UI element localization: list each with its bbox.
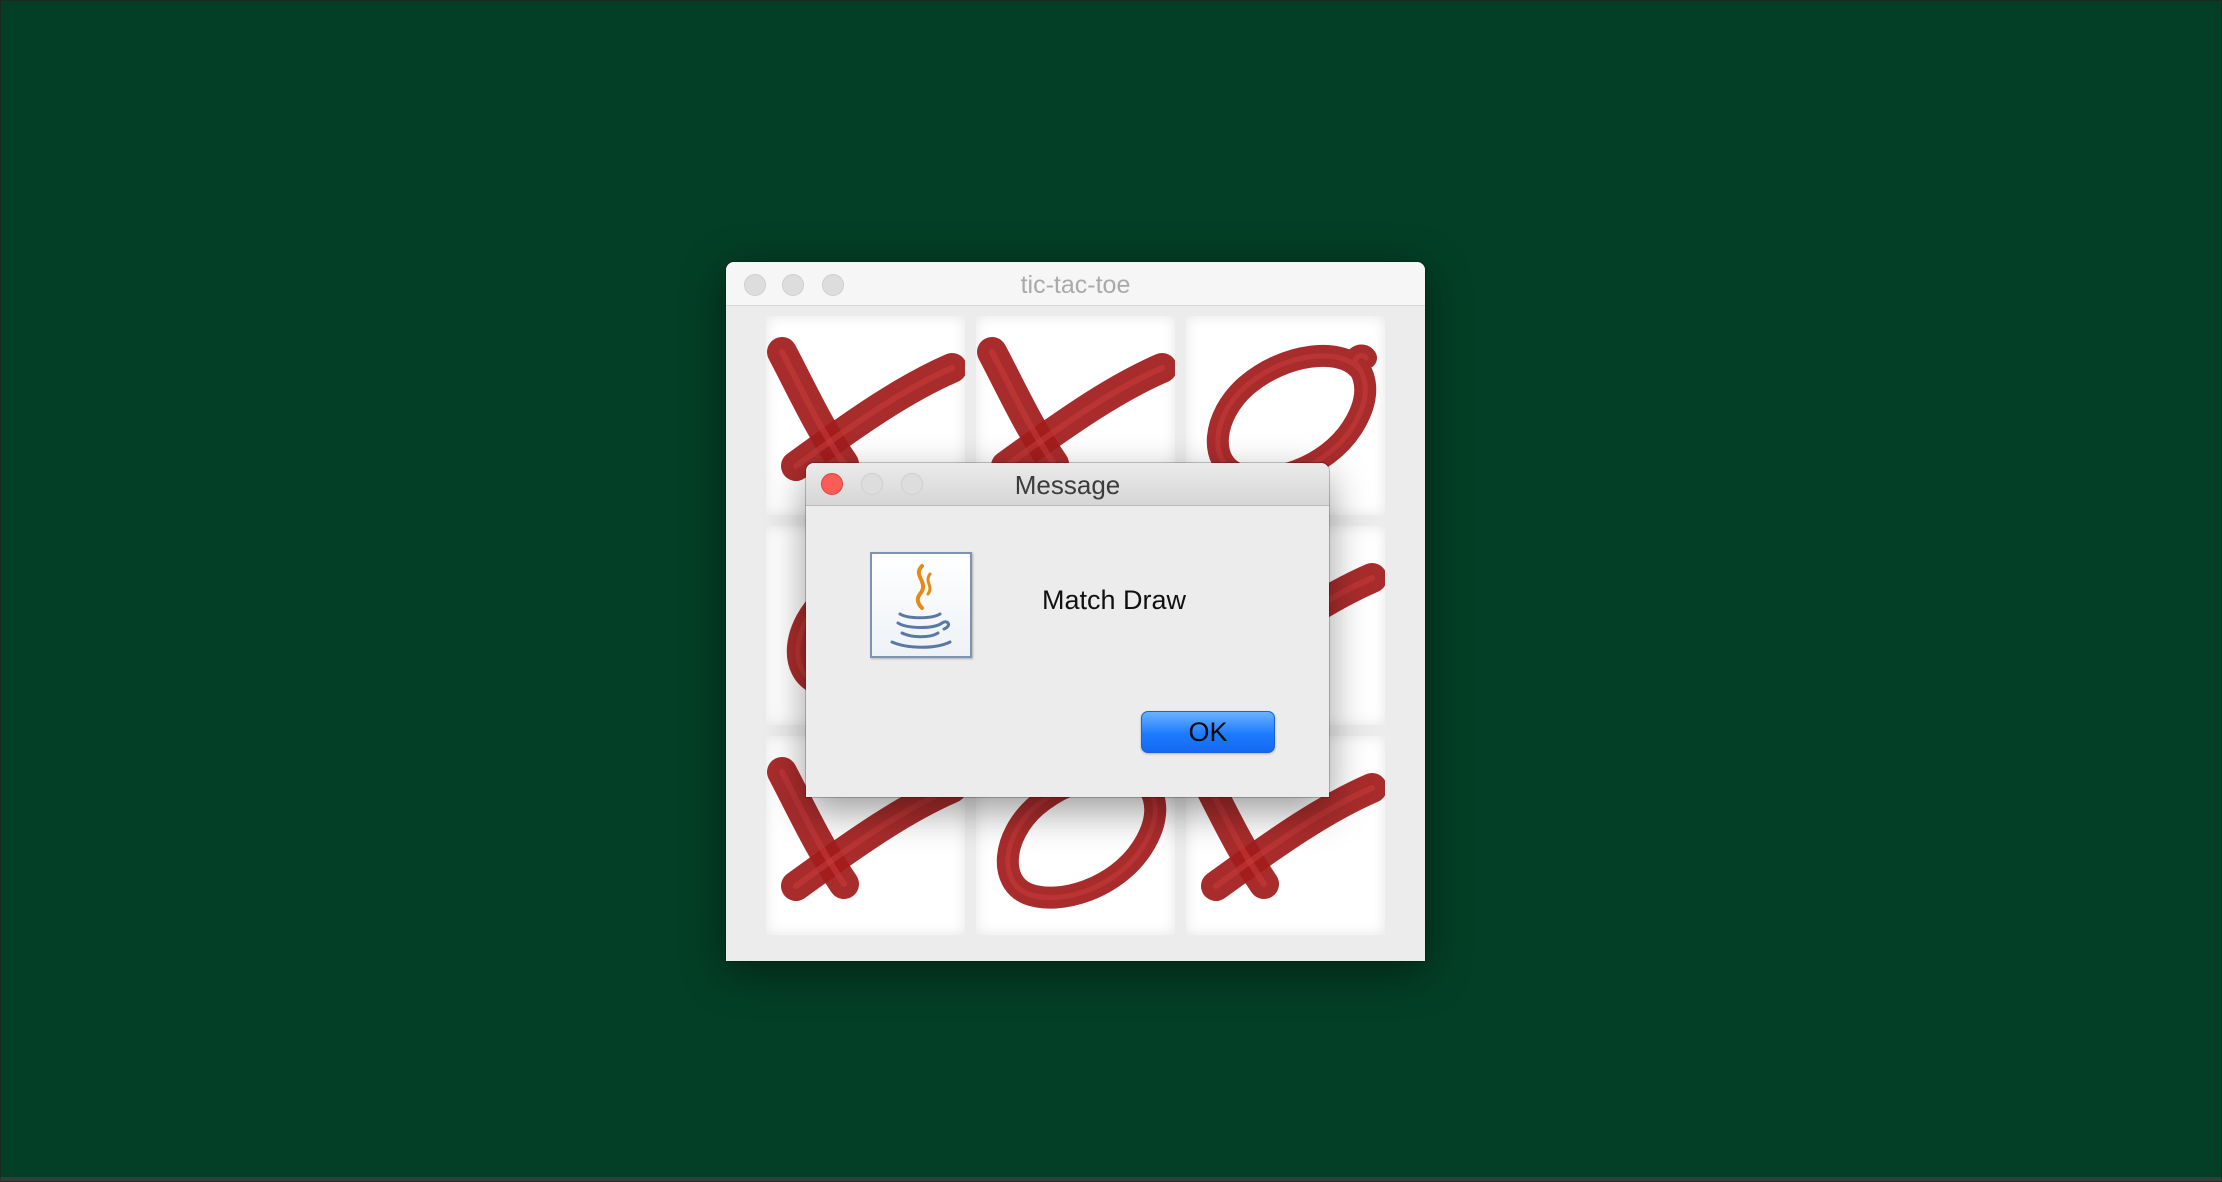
dialog-titlebar[interactable]: Message <box>806 463 1329 506</box>
window-title: tic-tac-toe <box>1020 271 1131 299</box>
window-titlebar[interactable]: tic-tac-toe <box>726 262 1425 306</box>
dialog-message: Match Draw <box>1042 585 1187 615</box>
dialog-title: Message <box>1014 470 1121 500</box>
message-dialog: Message Match Draw OK <box>806 463 1329 797</box>
java-coffee-cup-icon <box>870 552 972 658</box>
ok-button[interactable]: OK <box>1141 711 1275 753</box>
